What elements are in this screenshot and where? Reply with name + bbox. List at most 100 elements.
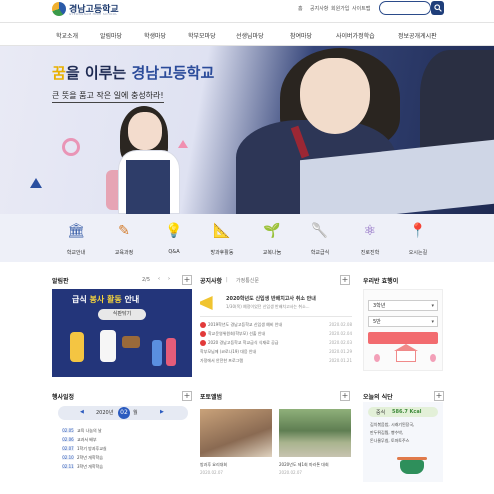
hero-headline: 꿈을 이루는 경남고등학교 [52, 62, 214, 83]
pencil-icon: ✎ [118, 223, 130, 239]
atom-icon: ⚛ [363, 223, 377, 239]
notice-tab-active[interactable]: 공지사항 [200, 276, 222, 285]
popup-prev-icon[interactable]: ‹ [158, 276, 160, 282]
main-nav: 학교소개 알림마당 학생마당 학부모마당 선생님마당 참여마당 사이버가정학습 … [0, 22, 494, 46]
nav-item-teacher[interactable]: 선생님마당 [236, 31, 264, 40]
photo-title: 포토앨범 [200, 394, 223, 401]
quick-meal[interactable]: 🥄 학교급식 [300, 220, 340, 256]
promo-person-icon [166, 338, 176, 366]
notice-featured-title[interactable]: 2020학년도 신입생 반배치고사 취소 안내 [226, 295, 352, 302]
meal-menu-line: 만두튀김찜, 빵수박, [370, 430, 404, 435]
class-select[interactable]: 5반 [368, 316, 438, 327]
event-item[interactable]: 02.05 교육 나눔의 날 [62, 428, 102, 434]
location-pin-icon: 📍 [409, 223, 427, 239]
roof-icon [394, 344, 418, 351]
event-date: 02.10 [62, 455, 74, 460]
schedule-title: 행사일정 [52, 394, 75, 401]
notice-tab-newsletter[interactable]: 가정통신문 [236, 277, 259, 284]
search-button[interactable] [431, 1, 444, 15]
event-text: 1학기 방과후교실 [77, 446, 107, 451]
quick-label: Q&A [168, 249, 180, 255]
nav-item-disclosure[interactable]: 정보공개게시판 [398, 31, 437, 40]
notice-more-button[interactable]: + [340, 275, 350, 285]
notice-item[interactable]: 가정에서 안전한 프로그램 2020.01.21 [200, 358, 352, 364]
hero-subline: 큰 뜻을 품고 작은 일에 충성하라! [52, 90, 164, 103]
quick-label: 방과후활동 [210, 250, 234, 256]
quick-directions[interactable]: 📍 오시는길 [398, 220, 438, 256]
quick-label: 학교안내 [66, 250, 86, 256]
nav-item-parent[interactable]: 학부모마당 [188, 31, 216, 40]
meal-title: 오늘의 식단 [363, 394, 393, 401]
util-sitemap-link[interactable]: 사이트맵 [352, 5, 370, 12]
notice-item-date: 2020.02.03 [329, 340, 352, 345]
meal-kcal-value: 586.7 Kcal [392, 409, 422, 415]
quick-after-school[interactable]: 📐 방과후활동 [202, 220, 242, 256]
ruler-icon: 📐 [213, 223, 231, 239]
hero-student-face [300, 58, 370, 134]
event-item[interactable]: 02.06 교과서 배부 [62, 437, 97, 443]
nav-item-participation[interactable]: 참여마당 [290, 31, 312, 40]
quick-uniform[interactable]: 🌱 교복나눔 [252, 220, 292, 256]
event-text: 2학년 개학학습 [77, 455, 103, 460]
event-item[interactable]: 02.07 1학기 방과후교실 [62, 446, 107, 452]
notice-item-title: 학교운영위원회(학부모) 선출 안내 [208, 331, 266, 336]
meal-more-button[interactable]: + [434, 391, 444, 401]
cal-prev-icon[interactable]: ◀ [80, 409, 84, 415]
nav-item-about[interactable]: 학교소개 [56, 31, 78, 40]
notice-item-title: 가정에서 안전한 프로그램 [200, 358, 244, 363]
grade-select[interactable]: 3학년 [368, 300, 438, 311]
photo-more-button[interactable]: + [340, 391, 350, 401]
event-item[interactable]: 02.10 2학년 개학학습 [62, 455, 103, 461]
nav-item-cyber-learning[interactable]: 사이버가정학습 [336, 31, 375, 40]
megaphone-icon [200, 296, 213, 310]
poll-submit-button[interactable] [368, 332, 438, 344]
school-name-en: GYEONGNAM HIGH SCHOOL [69, 12, 118, 16]
promo-title-highlight: 봉사 활동 [89, 295, 122, 304]
notice-item-date: 2020.02.04 [329, 331, 352, 336]
photo-thumb-cooking[interactable] [200, 409, 272, 457]
notice-item[interactable]: 학교운영위원회(학부모) 선출 안내 2020.02.04 [200, 331, 352, 337]
popup-more-button[interactable]: + [182, 275, 192, 285]
quick-career[interactable]: ⚛ 진로진학 [350, 220, 390, 256]
poll-title: 우리반 효행이 [363, 278, 399, 285]
quick-label: 교육과정 [114, 250, 134, 256]
photo-thumb-marathon[interactable] [279, 409, 351, 457]
schedule-more-button[interactable]: + [182, 391, 192, 401]
event-date: 02.11 [62, 464, 74, 469]
util-notice-link[interactable]: 공지사항 [310, 5, 328, 12]
notice-item[interactable]: 학부모님께 (코로나19) 대응 안내 2020.01.29 [200, 349, 352, 355]
spoon-icon: 🥄 [311, 223, 329, 239]
notice-item[interactable]: 2020 경남고등학교 학교급식 식재료 공급 2020.02.03 [200, 340, 352, 346]
util-home-link[interactable]: 홈 [298, 5, 303, 12]
photo-date: 2020.02.07 [200, 470, 223, 475]
util-join-link[interactable]: 회원가입 [331, 5, 349, 12]
notice-item[interactable]: 2019학년도 경남고등학교 신입생 예비 안내 2020.02.08 [200, 322, 352, 328]
promo-person-icon [70, 332, 84, 362]
promo-subtitle: 식판닦기 [98, 309, 146, 320]
hero-headline-mid: 을 이루는 [65, 64, 132, 82]
notice-featured-desc: 1/30(목) 예정이었던 신입생 반배치고사는 취소... [226, 304, 310, 309]
nav-item-notice[interactable]: 알림마당 [100, 31, 122, 40]
event-item[interactable]: 02.11 3학년 개학학습 [62, 464, 103, 470]
decor-triangle-pink-icon [178, 140, 188, 148]
school-house-icon [396, 350, 416, 362]
school-logo-icon[interactable] [52, 2, 66, 16]
event-date: 02.06 [62, 437, 74, 442]
promo-title-pre: 급식 [72, 295, 90, 304]
cal-next-icon[interactable]: ▶ [160, 409, 164, 415]
cooking-pot-icon [400, 460, 424, 474]
decor-ring-icon [62, 138, 80, 156]
popup-title: 알림판 [52, 278, 69, 285]
search-input[interactable] [379, 1, 431, 15]
quick-curriculum[interactable]: ✎ 교육과정 [104, 220, 144, 256]
photo-caption[interactable]: 방과후 요리대회 [200, 462, 227, 468]
photo-caption[interactable]: 2020년도 제1회 마라톤 대회 [279, 462, 329, 468]
nav-item-student[interactable]: 학생마당 [144, 31, 166, 40]
quick-qna[interactable]: 💡 Q&A [154, 220, 194, 255]
popup-next-icon[interactable]: › [168, 276, 170, 282]
quick-school-info[interactable]: 🏛 학교안내 [56, 220, 96, 256]
notice-item-date: 2020.01.29 [329, 349, 352, 354]
pot-lid-icon [397, 457, 427, 460]
cal-month-suffix: 월 [133, 410, 138, 416]
quick-label: 학교급식 [310, 250, 330, 256]
